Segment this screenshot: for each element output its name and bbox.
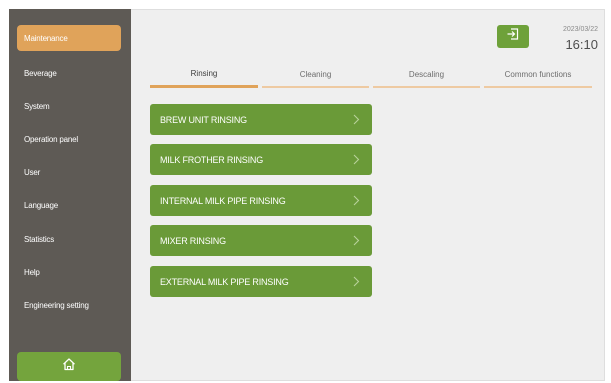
action-label: BREW UNIT RINSING (160, 114, 247, 125)
chevron-right-icon (350, 275, 362, 288)
sidebar-item-label: Beverage (24, 68, 57, 78)
sidebar-item-label: System (24, 101, 50, 111)
action-label: MIXER RINSING (160, 235, 226, 246)
brew-unit-rinsing-button[interactable]: BREW UNIT RINSING (150, 104, 372, 135)
tab-rinsing[interactable]: Rinsing (150, 62, 258, 88)
action-label: EXTERNAL MILK PIPE RINSING (160, 276, 289, 287)
tab-label: Rinsing (190, 69, 218, 78)
sidebar-item-language[interactable]: Language (17, 192, 121, 218)
tab-label: Cleaning (299, 69, 332, 79)
sidebar-item-engineering-setting[interactable]: Engineering setting (17, 292, 121, 318)
home-button[interactable] (17, 352, 121, 381)
tab-label: Descaling (408, 69, 445, 79)
sidebar-item-user[interactable]: User (17, 159, 121, 185)
sidebar-item-label: Engineering setting (24, 300, 89, 310)
tab-cleaning[interactable]: Cleaning (262, 62, 369, 88)
sidebar-item-label: Help (24, 267, 40, 277)
mixer-rinsing-button[interactable]: MIXER RINSING (150, 225, 372, 256)
external-milk-pipe-rinsing-button[interactable]: EXTERNAL MILK PIPE RINSING (150, 266, 372, 297)
home-icon (61, 356, 77, 377)
time-display: 16:10 (565, 37, 598, 52)
chevron-right-icon (350, 153, 362, 166)
tab-descaling[interactable]: Descaling (373, 62, 480, 88)
chevron-right-icon (350, 234, 362, 247)
sidebar-item-beverage[interactable]: Beverage (17, 60, 121, 86)
sidebar-item-label: Operation panel (24, 134, 78, 144)
sidebar-item-maintenance[interactable]: Maintenance (17, 25, 121, 51)
sidebar-item-label: User (24, 167, 41, 177)
sidebar-item-label: Maintenance (24, 33, 68, 43)
tab-label: Common functions (504, 69, 572, 79)
tab-common-functions[interactable]: Common functions (484, 62, 592, 88)
sidebar-item-help[interactable]: Help (17, 259, 121, 285)
sidebar-item-label: Language (24, 200, 58, 210)
sidebar-item-system[interactable]: System (17, 93, 121, 119)
chevron-right-icon (350, 113, 362, 126)
date-display: 2023/03/22 (562, 26, 598, 33)
action-label: INTERNAL MILK PIPE RINSING (160, 195, 286, 206)
milk-frother-rinsing-button[interactable]: MILK FROTHER RINSING (150, 144, 372, 175)
sidebar-item-operation-panel[interactable]: Operation panel (17, 126, 121, 152)
action-label: MILK FROTHER RINSING (160, 154, 264, 165)
sidebar-item-statistics[interactable]: Statistics (17, 226, 121, 252)
sidebar-item-label: Statistics (24, 234, 55, 244)
logout-icon (506, 27, 520, 46)
logout-button[interactable] (497, 25, 529, 48)
internal-milk-pipe-rinsing-button[interactable]: INTERNAL MILK PIPE RINSING (150, 185, 372, 216)
chevron-right-icon (350, 194, 362, 207)
